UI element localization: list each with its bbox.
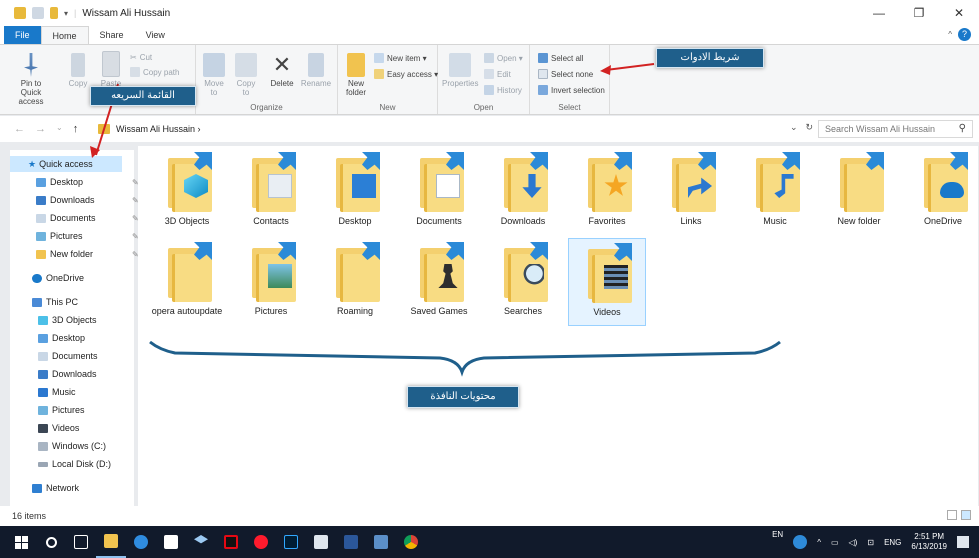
toolbar-arrowhead (600, 65, 611, 75)
quick-list-callout: القائمة السريعه (90, 86, 196, 106)
opera-icon (254, 535, 268, 549)
large-icons-view-icon[interactable] (961, 510, 971, 520)
notifications-icon[interactable] (957, 536, 969, 548)
task-view-button[interactable] (66, 526, 96, 558)
file-explorer-icon (104, 534, 118, 548)
cortana-icon (45, 536, 57, 548)
contents-callout: محتويات النافذة (407, 386, 519, 408)
chrome-icon (404, 535, 418, 549)
brace-shape (149, 340, 781, 377)
taskbar-photoshop[interactable] (276, 526, 306, 558)
status-bar: 16 items (0, 506, 979, 526)
clock[interactable]: 2:51 PM 6/13/2019 (911, 532, 947, 552)
taskbar-photos[interactable] (366, 526, 396, 558)
dropbox-icon (194, 535, 208, 544)
system-tray: EN ^ ▭ ◁) ⊡ ENG 2:51 PM 6/13/2019 (772, 526, 979, 558)
taskbar-edge[interactable] (126, 526, 156, 558)
taskbar-store[interactable] (156, 526, 186, 558)
taskbar: EN ^ ▭ ◁) ⊡ ENG 2:51 PM 6/13/2019 (0, 526, 979, 558)
item-count: 16 items (12, 511, 47, 521)
word-icon (344, 535, 358, 549)
taskbar-netflix[interactable] (216, 526, 246, 558)
taskbar-chrome[interactable] (396, 526, 426, 558)
task-view-icon (74, 535, 88, 549)
network-icon[interactable]: ⊡ (867, 538, 874, 547)
annotation-overlay (90, 63, 781, 377)
netflix-icon (224, 535, 238, 549)
photoshop-icon (284, 535, 298, 549)
taskbar-word[interactable] (336, 526, 366, 558)
clock-time: 2:51 PM (914, 532, 945, 541)
taskbar-opera[interactable] (246, 526, 276, 558)
language-indicator[interactable]: ENG (884, 538, 901, 547)
battery-icon[interactable]: ▭ (831, 538, 839, 547)
camera-icon (314, 535, 328, 549)
toolbar-arrow (605, 63, 655, 71)
taskbar-dropbox[interactable] (186, 526, 216, 558)
search-button[interactable] (36, 526, 66, 558)
start-button[interactable] (6, 526, 36, 558)
store-icon (164, 535, 178, 549)
volume-icon[interactable]: ◁) (849, 538, 858, 547)
help-icon[interactable] (793, 535, 808, 549)
taskbar-camera[interactable] (306, 526, 336, 558)
clock-date: 6/13/2019 (911, 542, 947, 551)
toolbar-callout: شريط الادوات (656, 48, 764, 68)
chevron-up-icon[interactable]: ^ (817, 538, 821, 547)
details-view-icon[interactable] (947, 510, 957, 520)
windows-logo-icon (14, 535, 28, 549)
language-indicator-top: EN (772, 529, 784, 539)
photos-icon (374, 535, 388, 549)
edge-icon (134, 535, 148, 549)
taskbar-file-explorer[interactable] (96, 526, 126, 558)
